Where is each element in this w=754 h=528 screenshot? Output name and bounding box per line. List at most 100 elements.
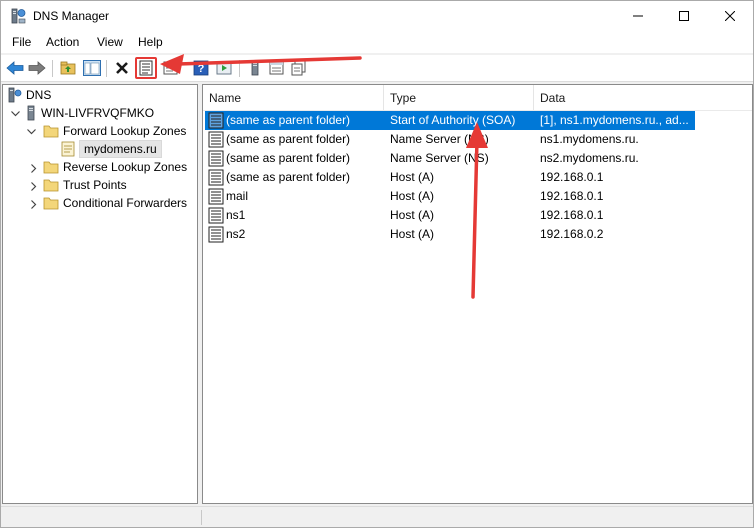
cell-data: [1], ns1.mydomens.ru., ad... — [540, 113, 689, 127]
properties-icon — [139, 60, 153, 76]
zone-icon — [61, 141, 75, 157]
tree-item-zone-mydomens[interactable]: mydomens.ru — [61, 140, 162, 158]
minimize-button[interactable] — [615, 1, 661, 31]
run-button[interactable] — [214, 58, 234, 78]
tree-item-forward-lookup-zones[interactable]: Forward Lookup Zones — [43, 122, 186, 140]
dns-record-icon — [208, 112, 224, 129]
dns-record-icon — [208, 169, 224, 186]
tree-label: Trust Points — [63, 178, 127, 192]
table-row[interactable]: ns2 Host (A) 192.168.0.2 — [205, 225, 695, 244]
expand-toggle[interactable] — [29, 163, 39, 173]
dns-record-icon — [208, 131, 224, 148]
cell-data: 192.168.0.2 — [540, 227, 604, 241]
folder-icon — [43, 179, 59, 192]
server-icon — [251, 60, 259, 76]
table-row[interactable]: mail Host (A) 192.168.0.1 — [205, 187, 695, 206]
cell-type: Start of Authority (SOA) — [390, 113, 516, 127]
toolbar-separator — [106, 60, 107, 77]
export-list-icon — [163, 61, 178, 75]
copy-button[interactable] — [289, 58, 309, 78]
copy-icon — [291, 60, 306, 76]
show-hide-tree-icon — [83, 60, 101, 76]
back-icon — [6, 61, 24, 75]
tree-item-trust-points[interactable]: Trust Points — [43, 176, 127, 194]
expand-toggle[interactable] — [29, 199, 39, 209]
window-title: DNS Manager — [33, 9, 110, 23]
back-button[interactable] — [5, 58, 25, 78]
cell-data: 192.168.0.1 — [540, 189, 604, 203]
dns-record-icon — [208, 207, 224, 224]
status-bar — [1, 506, 753, 527]
chevron-down-icon — [26, 129, 36, 135]
help-button[interactable]: ? — [191, 58, 211, 78]
table-row[interactable]: ns1 Host (A) 192.168.0.1 — [205, 206, 695, 225]
dns-record-icon — [208, 226, 224, 243]
dns-manager-icon — [11, 8, 26, 24]
column-header-data[interactable]: Data — [534, 85, 752, 110]
chevron-down-icon — [10, 111, 20, 117]
cell-type: Name Server (NS) — [390, 151, 489, 165]
tree-label: Forward Lookup Zones — [63, 124, 187, 138]
expand-toggle[interactable] — [10, 109, 20, 119]
maximize-icon — [679, 11, 689, 21]
tree-label: Conditional Forwarders — [63, 196, 188, 210]
dns-icon — [8, 87, 22, 103]
folder-icon — [43, 161, 59, 174]
tree-label: DNS — [26, 88, 52, 102]
cell-data: ns1.mydomens.ru. — [540, 132, 639, 146]
server-button[interactable] — [245, 58, 265, 78]
table-row[interactable]: (same as parent folder) Host (A) 192.168.0… — [205, 168, 695, 187]
toolbar: ? — [1, 55, 753, 82]
toolbar-separator — [52, 60, 53, 77]
maximize-button[interactable] — [661, 1, 707, 31]
menu-view[interactable]: View — [97, 35, 123, 49]
cell-name: mail — [226, 189, 249, 203]
tree-item-reverse-lookup-zones[interactable]: Reverse Lookup Zones — [43, 158, 187, 176]
properties-button[interactable] — [135, 57, 157, 79]
folder-icon — [43, 197, 59, 210]
tree-item-dns[interactable]: DNS — [8, 86, 51, 104]
status-separator — [201, 510, 202, 525]
dns-manager-window: DNS Manager File Action View Help ? DNS … — [0, 0, 754, 528]
cell-type: Host (A) — [390, 227, 435, 241]
close-button[interactable] — [707, 1, 753, 31]
delete-icon — [116, 62, 128, 74]
up-folder-icon — [60, 61, 76, 75]
table-row[interactable]: (same as parent folder) Start of Authorit… — [205, 111, 695, 130]
expand-toggle[interactable] — [26, 127, 36, 137]
cell-name: (same as parent folder) — [226, 151, 351, 165]
column-header-type[interactable]: Type — [384, 85, 534, 110]
cell-type: Host (A) — [390, 189, 435, 203]
delete-button[interactable] — [112, 58, 132, 78]
chevron-right-icon — [31, 181, 37, 191]
tree-label: Reverse Lookup Zones — [63, 160, 188, 174]
forward-button[interactable] — [27, 58, 47, 78]
show-hide-tree-button[interactable] — [82, 58, 102, 78]
cell-type: Host (A) — [390, 208, 435, 222]
minimize-icon — [633, 15, 643, 17]
cell-name: (same as parent folder) — [226, 170, 351, 184]
cell-type: Name Server (NS) — [390, 132, 489, 146]
export-list-button[interactable] — [161, 58, 181, 78]
cell-name: (same as parent folder) — [226, 132, 351, 146]
table-row[interactable]: (same as parent folder) Name Server (NS) n… — [205, 149, 695, 168]
table-row[interactable]: (same as parent folder) Name Server (NS) n… — [205, 130, 695, 149]
up-level-button[interactable] — [58, 58, 78, 78]
cell-data: 192.168.0.1 — [540, 208, 604, 222]
cell-data: 192.168.0.1 — [540, 170, 604, 184]
menu-file[interactable]: File — [12, 35, 31, 49]
close-icon — [725, 11, 735, 21]
column-header-name[interactable]: Name — [203, 85, 384, 110]
new-record-button[interactable] — [267, 58, 287, 78]
menu-action[interactable]: Action — [46, 35, 79, 49]
cell-name: ns1 — [226, 208, 246, 222]
title-bar: DNS Manager — [1, 1, 753, 31]
server-icon — [27, 105, 35, 121]
expand-toggle[interactable] — [29, 181, 39, 191]
tree-item-server[interactable]: WIN-LIVFRVQFMKO — [25, 104, 154, 122]
chevron-right-icon — [31, 163, 37, 173]
cell-data: ns2.mydomens.ru. — [540, 151, 639, 165]
menu-help[interactable]: Help — [138, 35, 163, 49]
tree-item-conditional-forwarders[interactable]: Conditional Forwarders — [43, 194, 187, 212]
tree-label: mydomens.ru — [79, 140, 162, 158]
